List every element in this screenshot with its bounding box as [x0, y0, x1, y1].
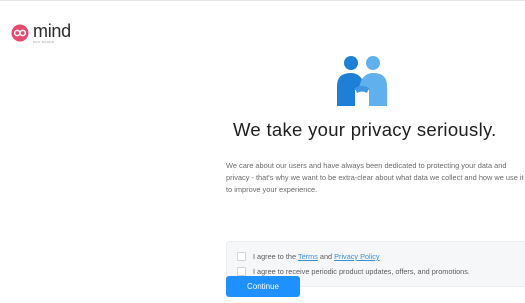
brand-subtitle: PRO BRAND	[33, 40, 55, 44]
terms-checkbox[interactable]	[237, 252, 246, 261]
top-divider	[0, 0, 525, 1]
privacy-description: We care about our users and have always …	[226, 161, 524, 194]
page-title: We take your privacy seriously.	[233, 119, 497, 140]
updates-consent-row[interactable]: I agree to receive periodic product upda…	[237, 267, 470, 276]
terms-consent-row[interactable]: I agree to the Terms and Privacy Policy	[237, 252, 380, 261]
handshake-people-icon	[337, 56, 387, 106]
brand-name: mind	[33, 21, 71, 41]
brand-logo[interactable]: mind PRO BRAND	[11, 22, 71, 44]
updates-checkbox[interactable]	[237, 267, 246, 276]
terms-consent-prefix: I agree to the	[253, 252, 299, 261]
privacy-consent-page: mind PRO BRAND We take your privacy seri…	[0, 0, 525, 303]
terms-link[interactable]: Terms	[298, 252, 318, 261]
continue-button[interactable]: Continue	[226, 276, 300, 297]
updates-consent-label: I agree to receive periodic product upda…	[253, 267, 470, 276]
privacy-policy-link[interactable]: Privacy Policy	[334, 252, 379, 261]
terms-consent-and: and	[317, 252, 335, 261]
mind-logo-icon	[11, 24, 29, 42]
